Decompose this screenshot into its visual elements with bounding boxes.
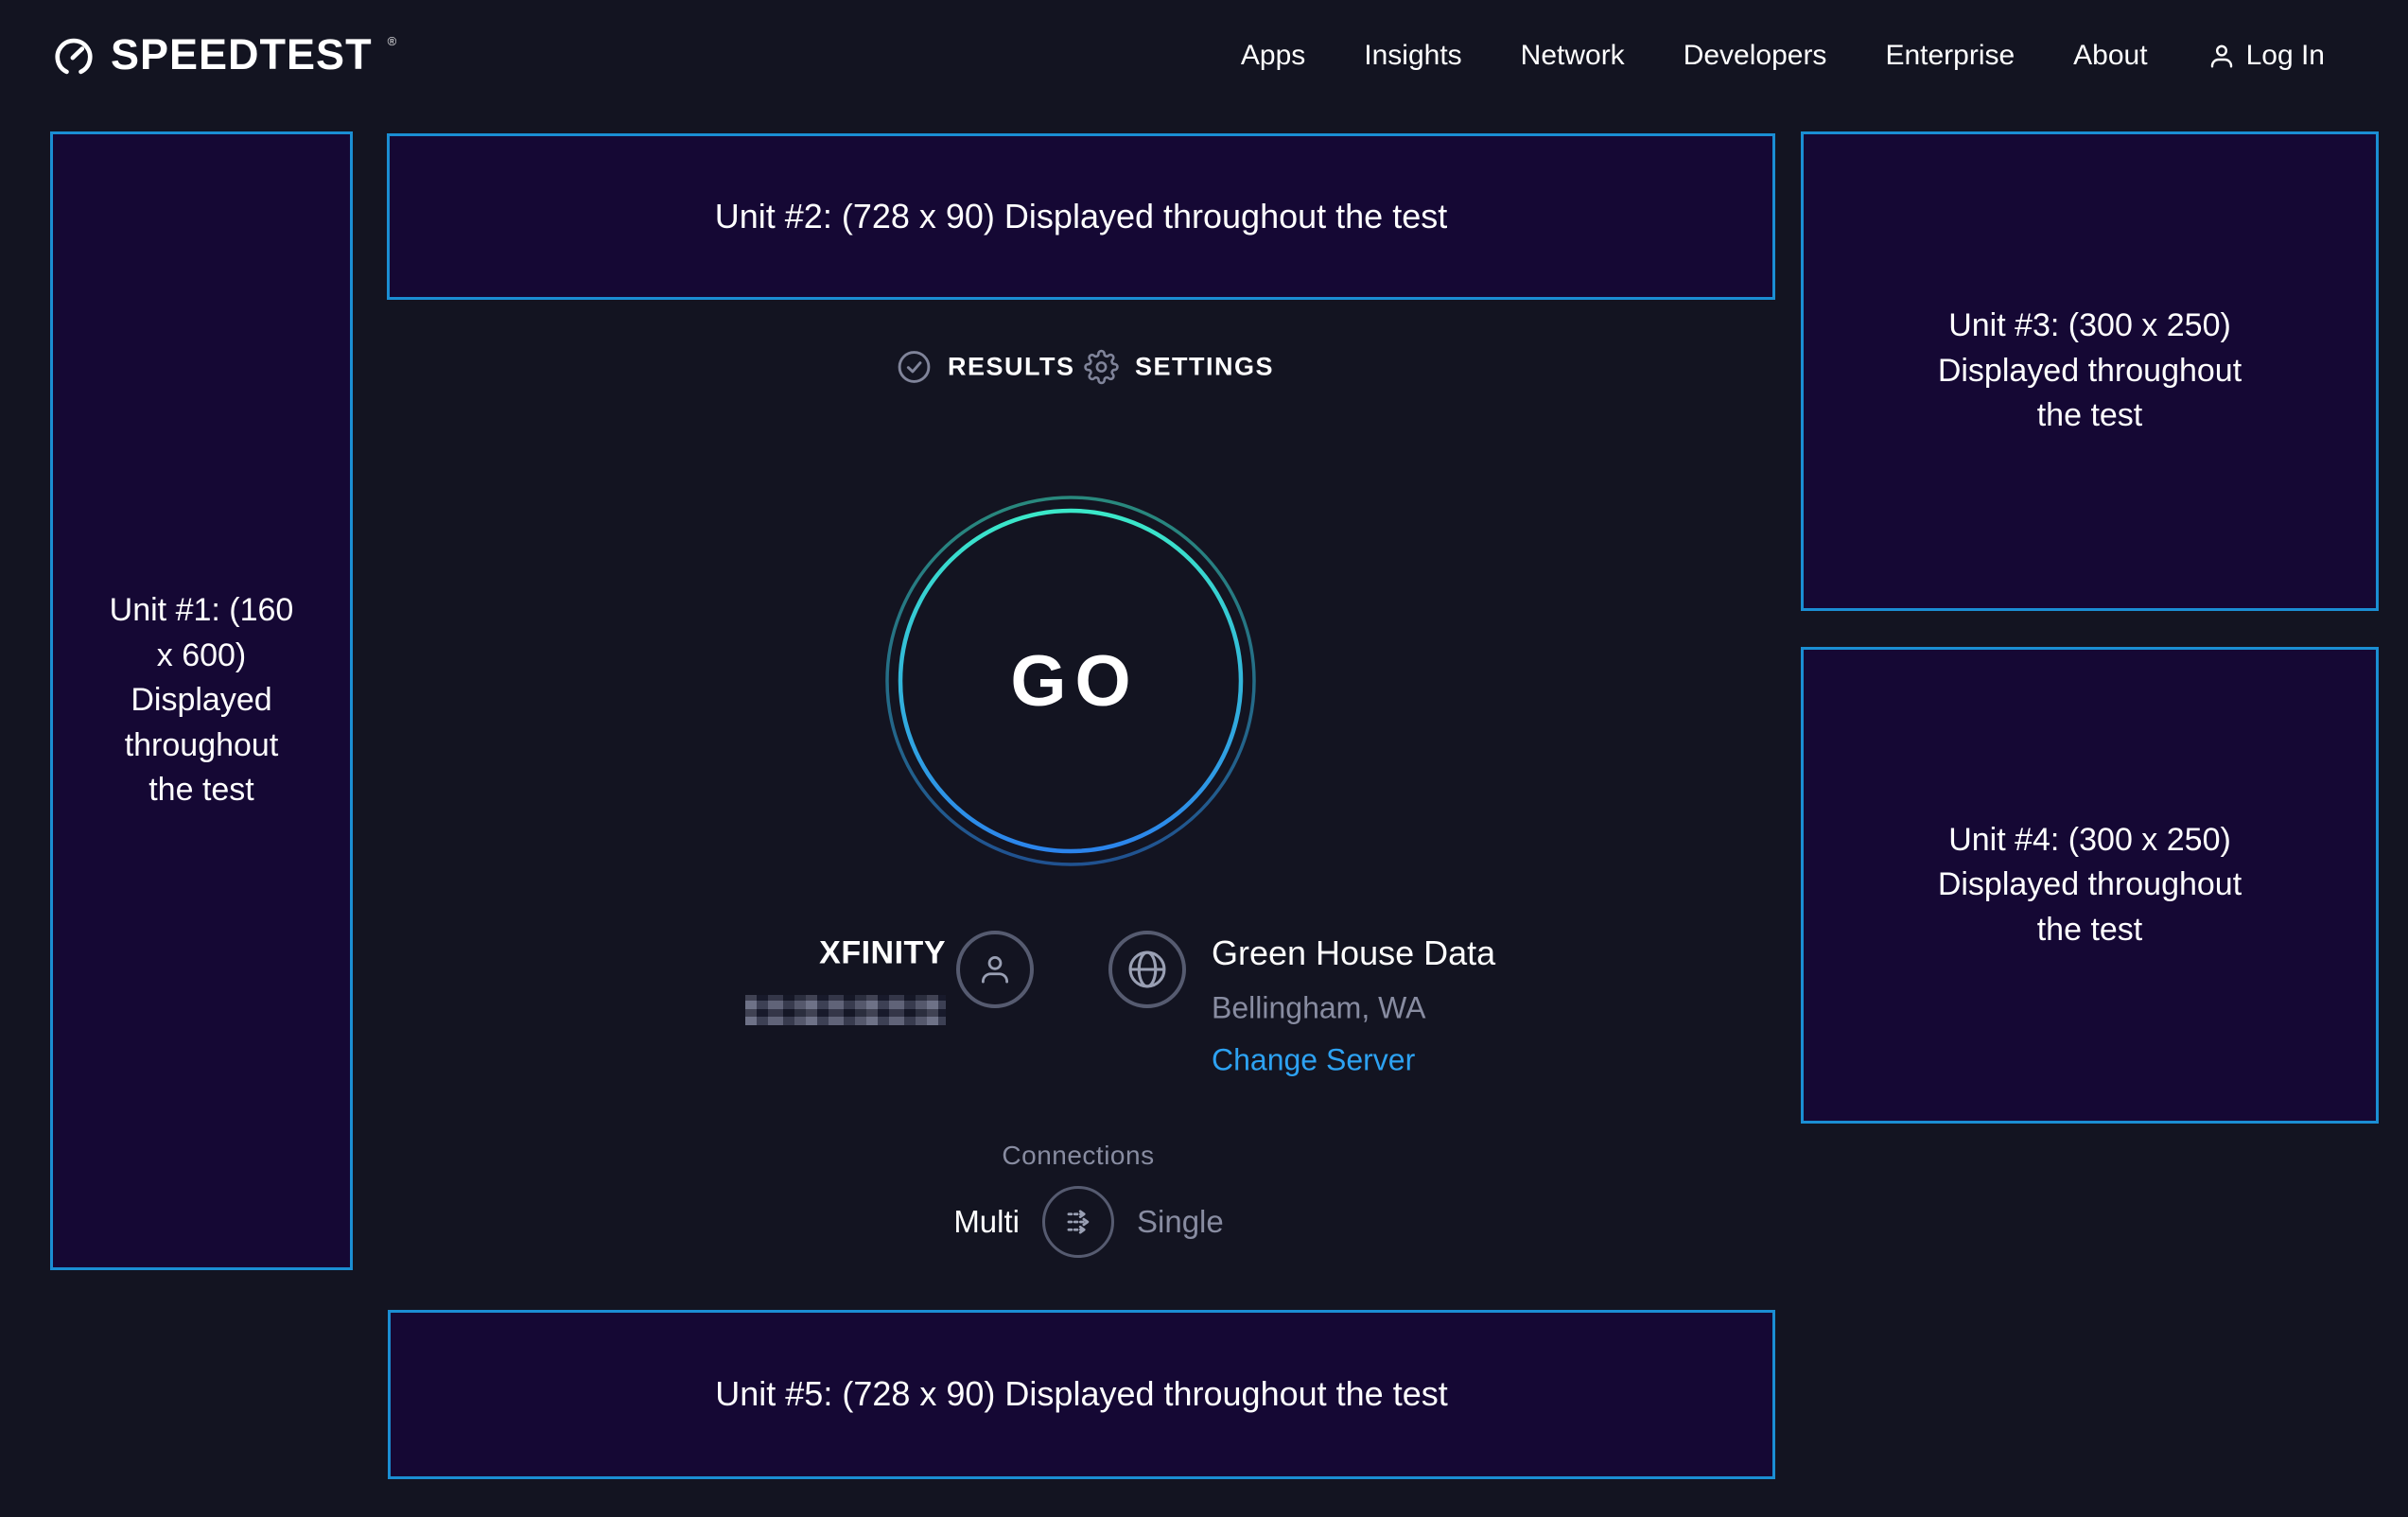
main-nav: Apps Insights Network Developers Enterpr…: [1241, 40, 2325, 72]
login-button[interactable]: Log In: [2207, 40, 2325, 72]
nav-item-enterprise[interactable]: Enterprise: [1885, 40, 2015, 72]
user-icon: [2207, 41, 2237, 71]
login-label: Log In: [2246, 40, 2325, 72]
go-button[interactable]: GO: [881, 492, 1260, 870]
isp-badge: [956, 931, 1034, 1008]
ad-unit-2[interactable]: Unit #2: (728 x 90) Displayed throughout…: [387, 133, 1775, 300]
isp-name: XFINITY: [819, 935, 946, 972]
ad-unit-5-label: Unit #5: (728 x 90) Displayed throughout…: [715, 1370, 1447, 1418]
nav-item-apps[interactable]: Apps: [1241, 40, 1305, 72]
isp-ip-redacted: [745, 995, 946, 1025]
nav-item-insights[interactable]: Insights: [1364, 40, 1461, 72]
speedtest-page: SPEEDTEST ® Apps Insights Network Develo…: [0, 0, 2408, 1517]
connections-toggle[interactable]: [1042, 1186, 1114, 1258]
ad-unit-3-label: Unit #3: (300 x 250) Displayed throughou…: [1919, 304, 2261, 439]
nav-item-about[interactable]: About: [2073, 40, 2147, 72]
brand-trademark: ®: [388, 35, 397, 47]
nav-item-developers[interactable]: Developers: [1684, 40, 1827, 72]
nav-item-network[interactable]: Network: [1521, 40, 1625, 72]
server-badge: [1108, 931, 1186, 1008]
tab-results-label: RESULTS: [948, 353, 1075, 382]
brand-logo[interactable]: SPEEDTEST ®: [52, 33, 396, 78]
ad-unit-4-label: Unit #4: (300 x 250) Displayed throughou…: [1919, 818, 2261, 953]
tab-settings[interactable]: SETTINGS: [1084, 350, 1274, 385]
server-location: Bellingham, WA: [1212, 991, 1425, 1026]
change-server-link[interactable]: Change Server: [1212, 1043, 1415, 1078]
tab-settings-label: SETTINGS: [1135, 353, 1274, 382]
ad-unit-4[interactable]: Unit #4: (300 x 250) Displayed throughou…: [1801, 647, 2379, 1124]
user-icon: [975, 950, 1015, 989]
ad-unit-1-label: Unit #1: (160 x 600) Displayed throughou…: [98, 588, 305, 813]
top-nav-bar: SPEEDTEST ® Apps Insights Network Develo…: [0, 0, 2408, 112]
ad-unit-5[interactable]: Unit #5: (728 x 90) Displayed throughout…: [388, 1310, 1775, 1479]
ad-unit-3[interactable]: Unit #3: (300 x 250) Displayed throughou…: [1801, 131, 2379, 611]
connections-label: Connections: [1002, 1141, 1154, 1171]
globe-icon: [1124, 946, 1171, 993]
connections-multi-option[interactable]: Multi: [953, 1204, 1020, 1240]
check-circle-icon: [897, 350, 932, 385]
server-name: Green House Data: [1212, 933, 1495, 973]
tab-results[interactable]: RESULTS: [897, 350, 1075, 385]
multi-connection-arrows-icon: [1057, 1201, 1099, 1243]
connections-single-option[interactable]: Single: [1137, 1204, 1224, 1240]
ad-unit-2-label: Unit #2: (728 x 90) Displayed throughout…: [715, 193, 1447, 240]
speedometer-icon: [52, 35, 96, 78]
ad-unit-1[interactable]: Unit #1: (160 x 600) Displayed throughou…: [50, 131, 353, 1270]
brand-name: SPEEDTEST: [111, 33, 373, 77]
gear-icon: [1084, 350, 1119, 385]
go-button-label: GO: [881, 492, 1260, 870]
